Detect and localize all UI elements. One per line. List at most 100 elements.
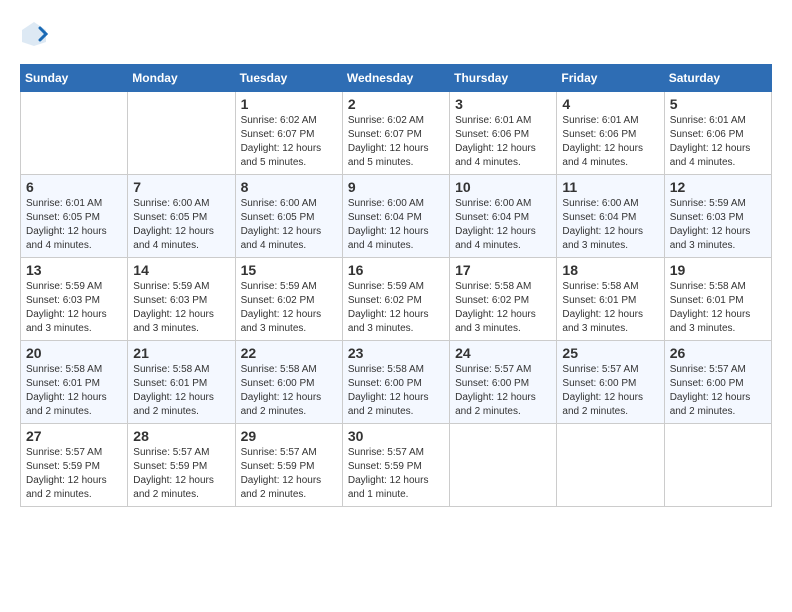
day-info: Sunrise: 6:02 AM Sunset: 6:07 PM Dayligh… <box>241 114 337 170</box>
calendar-week-row: 20 Sunrise: 5:58 AM Sunset: 6:01 PM Dayli… <box>21 341 772 424</box>
day-number: 29 <box>241 428 337 444</box>
calendar-cell: 21 Sunrise: 5:58 AM Sunset: 6:01 PM Dayli… <box>128 341 235 424</box>
calendar-cell: 25 Sunrise: 5:57 AM Sunset: 6:00 PM Dayli… <box>557 341 664 424</box>
calendar-cell: 12 Sunrise: 5:59 AM Sunset: 6:03 PM Dayli… <box>664 175 771 258</box>
day-number: 1 <box>241 96 337 112</box>
day-info: Sunrise: 5:59 AM Sunset: 6:03 PM Dayligh… <box>670 197 766 253</box>
calendar-week-row: 6 Sunrise: 6:01 AM Sunset: 6:05 PM Daylig… <box>21 175 772 258</box>
calendar-cell: 23 Sunrise: 5:58 AM Sunset: 6:00 PM Dayli… <box>342 341 449 424</box>
calendar-cell: 5 Sunrise: 6:01 AM Sunset: 6:06 PM Daylig… <box>664 92 771 175</box>
day-info: Sunrise: 5:57 AM Sunset: 6:00 PM Dayligh… <box>455 363 551 419</box>
calendar-cell: 1 Sunrise: 6:02 AM Sunset: 6:07 PM Daylig… <box>235 92 342 175</box>
calendar-cell: 28 Sunrise: 5:57 AM Sunset: 5:59 PM Dayli… <box>128 424 235 507</box>
day-info: Sunrise: 5:58 AM Sunset: 6:02 PM Dayligh… <box>455 280 551 336</box>
day-info: Sunrise: 6:01 AM Sunset: 6:06 PM Dayligh… <box>455 114 551 170</box>
day-number: 9 <box>348 179 444 195</box>
day-number: 10 <box>455 179 551 195</box>
day-info: Sunrise: 5:58 AM Sunset: 6:00 PM Dayligh… <box>241 363 337 419</box>
day-number: 20 <box>26 345 122 361</box>
day-number: 4 <box>562 96 658 112</box>
day-number: 16 <box>348 262 444 278</box>
calendar-cell: 16 Sunrise: 5:59 AM Sunset: 6:02 PM Dayli… <box>342 258 449 341</box>
day-of-week-header: Tuesday <box>235 65 342 92</box>
calendar-cell <box>21 92 128 175</box>
day-info: Sunrise: 5:59 AM Sunset: 6:03 PM Dayligh… <box>26 280 122 336</box>
day-number: 11 <box>562 179 658 195</box>
calendar-cell: 3Sunrise: 6:01 AM Sunset: 6:06 PM Daylig… <box>450 92 557 175</box>
day-info: Sunrise: 6:00 AM Sunset: 6:04 PM Dayligh… <box>562 197 658 253</box>
day-number: 6 <box>26 179 122 195</box>
calendar-week-row: 1 Sunrise: 6:02 AM Sunset: 6:07 PM Daylig… <box>21 92 772 175</box>
day-of-week-header: Wednesday <box>342 65 449 92</box>
calendar-cell: 13 Sunrise: 5:59 AM Sunset: 6:03 PM Dayli… <box>21 258 128 341</box>
day-number: 27 <box>26 428 122 444</box>
calendar-cell: 10 Sunrise: 6:00 AM Sunset: 6:04 PM Dayli… <box>450 175 557 258</box>
calendar-cell: 6 Sunrise: 6:01 AM Sunset: 6:05 PM Daylig… <box>21 175 128 258</box>
calendar-cell <box>450 424 557 507</box>
day-number: 30 <box>348 428 444 444</box>
day-info: Sunrise: 5:58 AM Sunset: 6:01 PM Dayligh… <box>26 363 122 419</box>
day-of-week-header: Friday <box>557 65 664 92</box>
day-number: 22 <box>241 345 337 361</box>
day-number: 28 <box>133 428 229 444</box>
day-number: 24 <box>455 345 551 361</box>
day-of-week-header: Saturday <box>664 65 771 92</box>
calendar-table: SundayMondayTuesdayWednesdayThursdayFrid… <box>20 64 772 507</box>
calendar-cell: 19 Sunrise: 5:58 AM Sunset: 6:01 PM Dayli… <box>664 258 771 341</box>
calendar-cell <box>664 424 771 507</box>
day-info: Sunrise: 5:58 AM Sunset: 6:00 PM Dayligh… <box>348 363 444 419</box>
day-info: Sunrise: 6:01 AM Sunset: 6:06 PM Dayligh… <box>670 114 766 170</box>
day-info: Sunrise: 6:01 AM Sunset: 6:06 PM Dayligh… <box>562 114 658 170</box>
day-info: Sunrise: 6:00 AM Sunset: 6:04 PM Dayligh… <box>348 197 444 253</box>
day-number: 26 <box>670 345 766 361</box>
day-number: 8 <box>241 179 337 195</box>
calendar-cell: 24 Sunrise: 5:57 AM Sunset: 6:00 PM Dayli… <box>450 341 557 424</box>
day-info: Sunrise: 5:59 AM Sunset: 6:03 PM Dayligh… <box>133 280 229 336</box>
day-info: Sunrise: 6:01 AM Sunset: 6:05 PM Dayligh… <box>26 197 122 253</box>
day-info: Sunrise: 5:57 AM Sunset: 5:59 PM Dayligh… <box>348 446 444 502</box>
calendar-cell: 27 Sunrise: 5:57 AM Sunset: 5:59 PM Dayli… <box>21 424 128 507</box>
day-of-week-header: Monday <box>128 65 235 92</box>
calendar-cell: 7 Sunrise: 6:00 AM Sunset: 6:05 PM Daylig… <box>128 175 235 258</box>
calendar-cell: 30 Sunrise: 5:57 AM Sunset: 5:59 PM Dayli… <box>342 424 449 507</box>
day-info: Sunrise: 5:58 AM Sunset: 6:01 PM Dayligh… <box>133 363 229 419</box>
page-header <box>20 20 772 48</box>
day-number: 21 <box>133 345 229 361</box>
day-number: 2 <box>348 96 444 112</box>
calendar-header-row: SundayMondayTuesdayWednesdayThursdayFrid… <box>21 65 772 92</box>
day-number: 19 <box>670 262 766 278</box>
calendar-cell: 18Sunrise: 5:58 AM Sunset: 6:01 PM Dayli… <box>557 258 664 341</box>
day-info: Sunrise: 5:57 AM Sunset: 5:59 PM Dayligh… <box>26 446 122 502</box>
day-number: 15 <box>241 262 337 278</box>
day-info: Sunrise: 5:58 AM Sunset: 6:01 PM Dayligh… <box>670 280 766 336</box>
calendar-cell: 17 Sunrise: 5:58 AM Sunset: 6:02 PM Dayli… <box>450 258 557 341</box>
day-info: Sunrise: 5:59 AM Sunset: 6:02 PM Dayligh… <box>348 280 444 336</box>
calendar-cell <box>557 424 664 507</box>
calendar-cell: 2 Sunrise: 6:02 AM Sunset: 6:07 PM Daylig… <box>342 92 449 175</box>
day-info: Sunrise: 6:00 AM Sunset: 6:05 PM Dayligh… <box>133 197 229 253</box>
day-number: 12 <box>670 179 766 195</box>
day-number: 7 <box>133 179 229 195</box>
day-info: Sunrise: 5:59 AM Sunset: 6:02 PM Dayligh… <box>241 280 337 336</box>
calendar-cell: 15 Sunrise: 5:59 AM Sunset: 6:02 PM Dayli… <box>235 258 342 341</box>
day-number: 25 <box>562 345 658 361</box>
calendar-cell <box>128 92 235 175</box>
day-number: 18 <box>562 262 658 278</box>
calendar-cell: 22 Sunrise: 5:58 AM Sunset: 6:00 PM Dayli… <box>235 341 342 424</box>
day-number: 5 <box>670 96 766 112</box>
calendar-cell: 14 Sunrise: 5:59 AM Sunset: 6:03 PM Dayli… <box>128 258 235 341</box>
day-number: 23 <box>348 345 444 361</box>
day-number: 17 <box>455 262 551 278</box>
day-info: Sunrise: 5:57 AM Sunset: 6:00 PM Dayligh… <box>562 363 658 419</box>
day-of-week-header: Sunday <box>21 65 128 92</box>
calendar-cell: 29Sunrise: 5:57 AM Sunset: 5:59 PM Dayli… <box>235 424 342 507</box>
day-number: 14 <box>133 262 229 278</box>
day-info: Sunrise: 5:57 AM Sunset: 5:59 PM Dayligh… <box>133 446 229 502</box>
calendar-cell: 8Sunrise: 6:00 AM Sunset: 6:05 PM Daylig… <box>235 175 342 258</box>
logo-icon <box>20 20 48 48</box>
day-number: 13 <box>26 262 122 278</box>
day-info: Sunrise: 6:02 AM Sunset: 6:07 PM Dayligh… <box>348 114 444 170</box>
day-info: Sunrise: 6:00 AM Sunset: 6:04 PM Dayligh… <box>455 197 551 253</box>
calendar-cell: 20 Sunrise: 5:58 AM Sunset: 6:01 PM Dayli… <box>21 341 128 424</box>
calendar-cell: 26Sunrise: 5:57 AM Sunset: 6:00 PM Dayli… <box>664 341 771 424</box>
